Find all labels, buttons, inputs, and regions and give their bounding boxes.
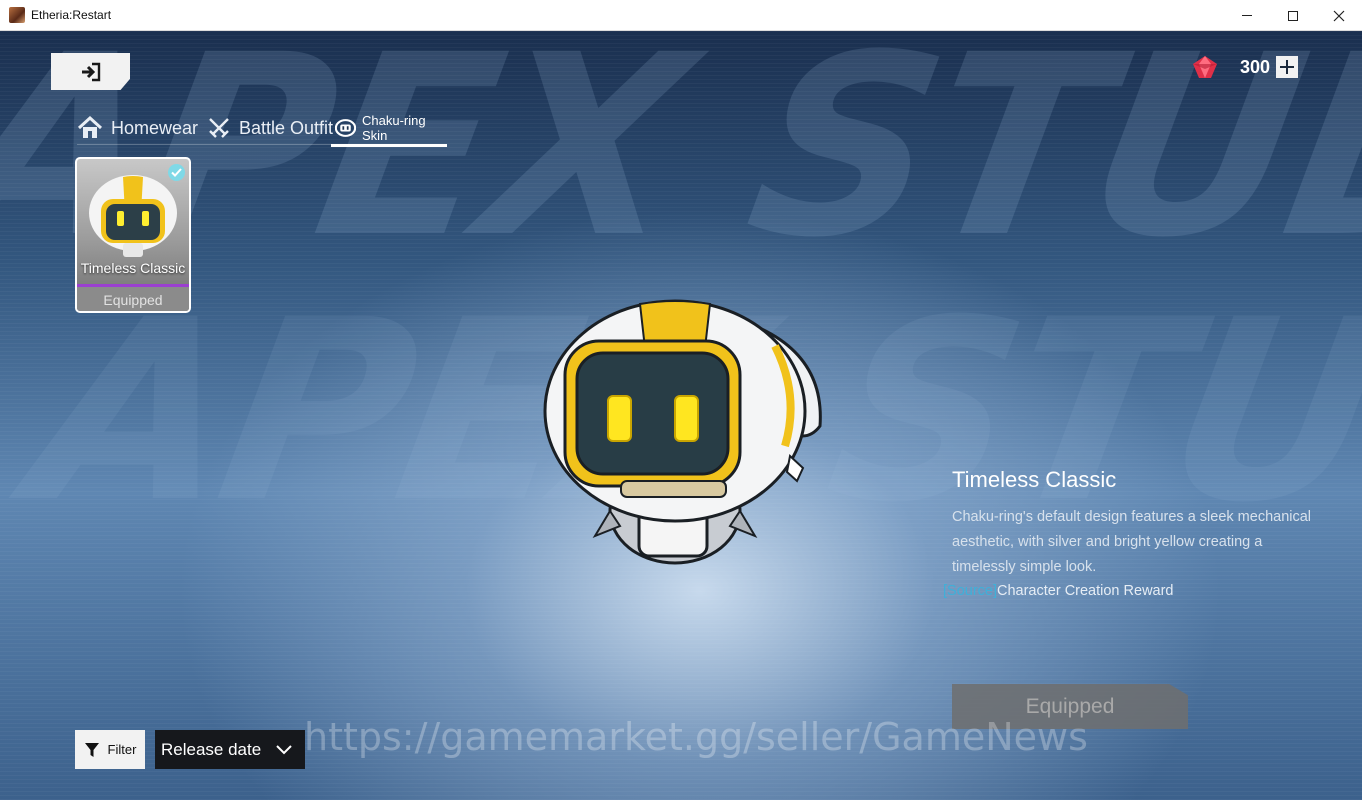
app-icon [9,7,25,23]
filter-button[interactable]: Filter [75,730,145,769]
skin-status: Equipped [77,287,189,311]
skin-detail-panel: Timeless Classic Chaku-ring's default de… [952,467,1332,580]
back-button[interactable] [51,53,130,90]
sort-dropdown[interactable]: Release date [155,730,305,769]
chaku-ring-preview [543,299,822,565]
currency-amount: 300 [1240,56,1271,77]
tab-label: Battle Outfit [239,117,334,138]
skin-card[interactable]: Timeless Classic Equipped [75,157,191,313]
detail-title: Timeless Classic [952,467,1117,492]
add-currency-button[interactable] [1276,56,1299,78]
source-tag: [Source] [943,583,997,599]
source-text: Character Creation Reward [997,583,1174,599]
detail-description: Chaku-ring's default design features a s… [952,509,1312,575]
tab-label: Homewear [111,117,199,138]
currency-display: 300 [1192,55,1299,79]
watermark-text: https://gamemarket.gg/seller/GameNews [304,715,1088,759]
chevron-down-icon [276,745,292,755]
minimize-icon [1242,15,1252,16]
tab-homewear[interactable]: Homewear [77,111,198,145]
equipped-check-icon [168,164,185,181]
skin-thumbnail [89,175,177,257]
tab-battle-outfit[interactable]: Battle Outfit [207,111,333,145]
game-viewport: APEX STUDIE APEX STUDIES 300 Homewear Ba… [0,31,1362,800]
crossed-swords-icon [209,118,229,138]
robot-head-icon [335,119,357,137]
sort-value: Release date [161,739,262,759]
close-button[interactable] [1316,0,1362,31]
skin-source: [Source]Character Creation Reward [943,583,1174,599]
background-text: APEX STUDIE [0,31,1362,292]
red-gem-icon [1193,56,1217,78]
house-icon [77,116,103,138]
tab-chaku-ring-skin[interactable]: Chaku-ring Skin [331,111,447,147]
tab-label: Chaku-ring Skin [362,113,426,143]
skin-name: Timeless Classic [80,260,186,276]
minimize-button[interactable] [1224,0,1270,31]
close-icon [1333,10,1345,21]
maximize-button[interactable] [1270,0,1316,31]
maximize-icon [1288,10,1298,21]
window-title: Etheria:Restart [31,8,112,22]
exit-icon [81,62,100,81]
filter-label: Filter [107,742,137,757]
category-tabs: Homewear Battle Outfit Chaku-ring Skin [77,111,447,147]
funnel-icon [84,742,99,757]
window-titlebar: Etheria:Restart [0,0,1362,31]
